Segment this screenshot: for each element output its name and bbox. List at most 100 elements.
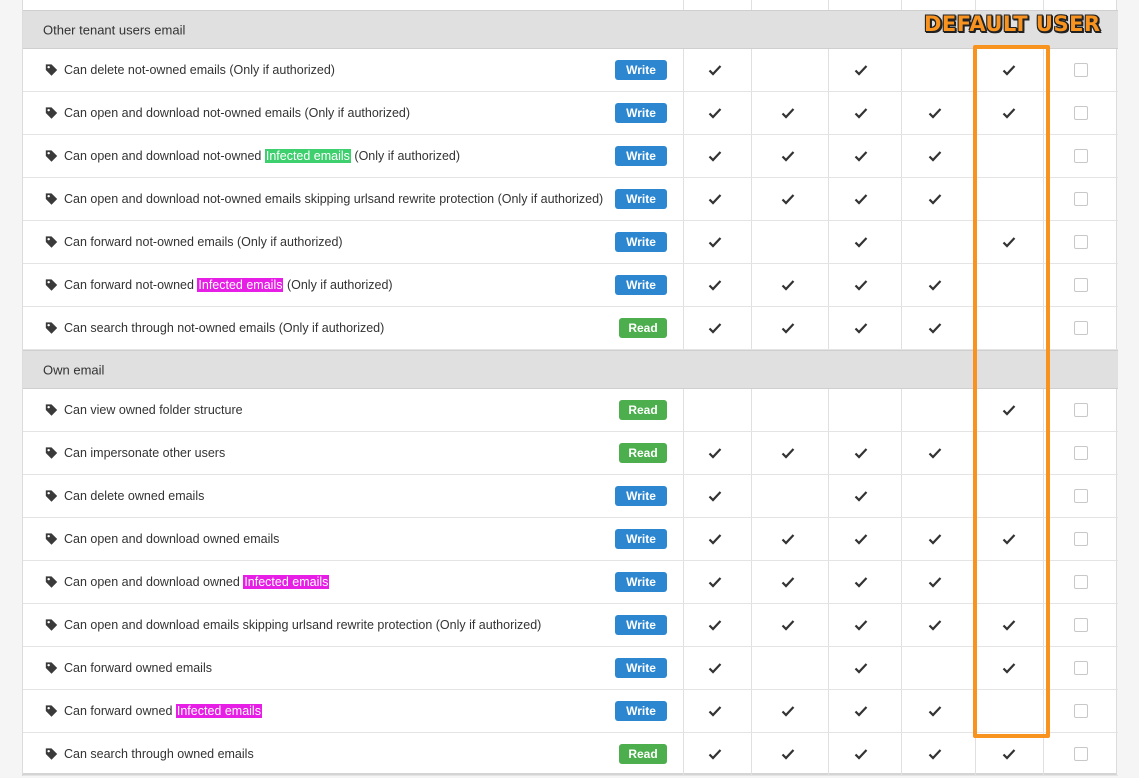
tag-icon (45, 705, 58, 717)
permission-label: Can view owned folder structure (64, 403, 243, 417)
check-icon (708, 237, 722, 248)
permission-checkbox[interactable] (1074, 532, 1088, 546)
permission-row: Can delete owned emails Write (23, 475, 1118, 518)
check-icon (781, 194, 795, 205)
tag-icon (45, 279, 58, 291)
permission-label: Can open and download owned emails (64, 532, 279, 546)
check-icon (781, 749, 795, 760)
permission-label-text: Can delete not-owned emails (Only if aut… (64, 63, 335, 77)
check-icon (928, 151, 942, 162)
permission-row: Can search through not-owned emails (Onl… (23, 307, 1118, 350)
permission-checkbox[interactable] (1074, 618, 1088, 632)
infected-emails-highlight: Infected emails (243, 575, 330, 589)
section-title: Other tenant users email (43, 22, 186, 37)
read-badge: Read (619, 744, 667, 764)
permission-checkbox[interactable] (1074, 278, 1088, 292)
infected-emails-highlight: Infected emails (197, 278, 284, 292)
permission-row: Can open and download not-owned emails s… (23, 178, 1118, 221)
check-icon (854, 323, 868, 334)
permission-label: Can search through not-owned emails (Onl… (64, 321, 384, 335)
check-icon (708, 620, 722, 631)
check-icon (708, 448, 722, 459)
permission-checkbox[interactable] (1074, 403, 1088, 417)
check-icon (928, 749, 942, 760)
check-icon (781, 151, 795, 162)
permission-row: Can open and download not-owned emails (… (23, 92, 1118, 135)
write-badge: Write (615, 701, 667, 721)
permission-row: Can forward not-owned emails (Only if au… (23, 221, 1118, 264)
check-icon (708, 323, 722, 334)
tag-icon (45, 748, 58, 760)
permission-row: Can search through owned emails Read (23, 733, 1118, 776)
permission-label: Can delete owned emails (64, 489, 204, 503)
tag-icon (45, 107, 58, 119)
default-user-highlight-box (973, 45, 1050, 738)
check-icon (708, 194, 722, 205)
check-icon (708, 280, 722, 291)
permission-checkbox[interactable] (1074, 321, 1088, 335)
permission-checkbox[interactable] (1074, 149, 1088, 163)
permission-label-text: Can view owned folder structure (64, 403, 243, 417)
tag-icon (45, 619, 58, 631)
check-icon (708, 151, 722, 162)
write-badge: Write (615, 529, 667, 549)
check-icon (854, 663, 868, 674)
permission-row: Can forward not-owned Infected emails (O… (23, 264, 1118, 307)
permission-row: Can forward owned emails Write (23, 647, 1118, 690)
permission-label-text: Can delete owned emails (64, 489, 205, 503)
permission-checkbox[interactable] (1074, 192, 1088, 206)
permission-label: Can open and download not-owned Infected… (64, 149, 460, 163)
check-icon (854, 706, 868, 717)
tag-icon (45, 576, 58, 588)
permission-label: Can delete not-owned emails (Only if aut… (64, 63, 335, 77)
permission-label-text: Can open and download not-owned (64, 149, 265, 163)
check-icon (781, 448, 795, 459)
permission-label-text: Can search through not-owned emails (Onl… (64, 321, 385, 335)
write-badge: Write (615, 189, 667, 209)
permission-label: Can open and download not-owned emails (… (64, 106, 410, 120)
permission-checkbox[interactable] (1074, 63, 1088, 77)
check-icon (781, 323, 795, 334)
permission-label-text: Can open and download not-owned emails (… (64, 106, 411, 120)
permission-checkbox[interactable] (1074, 235, 1088, 249)
check-icon (928, 706, 942, 717)
permission-checkbox[interactable] (1074, 575, 1088, 589)
read-badge: Read (619, 318, 667, 338)
permission-label-text: Can search through owned emails (64, 747, 254, 761)
check-icon (854, 749, 868, 760)
check-icon (928, 534, 942, 545)
write-badge: Write (615, 572, 667, 592)
tag-icon (45, 236, 58, 248)
permission-label-text: Can open and download emails skipping ur… (64, 618, 542, 632)
permission-label: Can open and download emails skipping ur… (64, 618, 541, 632)
write-badge: Write (615, 232, 667, 252)
permission-checkbox[interactable] (1074, 446, 1088, 460)
permission-checkbox[interactable] (1074, 747, 1088, 761)
permission-checkbox[interactable] (1074, 661, 1088, 675)
write-badge: Write (615, 275, 667, 295)
permission-label: Can forward owned emails (64, 661, 212, 675)
permission-row: Can open and download owned Infected ema… (23, 561, 1118, 604)
write-badge: Write (615, 146, 667, 166)
check-icon (928, 194, 942, 205)
check-icon (854, 448, 868, 459)
permission-label-text: Can forward not-owned emails (Only if au… (64, 235, 343, 249)
tag-icon (45, 322, 58, 334)
permission-label-text: (Only if authorized) (283, 278, 393, 292)
permission-checkbox[interactable] (1074, 106, 1088, 120)
permission-row: Can view owned folder structure Read (23, 389, 1118, 432)
permission-label: Can open and download owned Infected ema… (64, 575, 330, 589)
infected-emails-highlight: Infected emails (175, 704, 262, 718)
permission-label: Can impersonate other users (64, 446, 225, 460)
write-badge: Write (615, 486, 667, 506)
check-icon (854, 194, 868, 205)
check-icon (708, 65, 722, 76)
permission-checkbox[interactable] (1074, 704, 1088, 718)
check-icon (781, 108, 795, 119)
permission-row: Can open and download owned emails Write (23, 518, 1118, 561)
permission-label: Can open and download not-owned emails s… (64, 192, 603, 206)
permission-row: Can delete not-owned emails (Only if aut… (23, 49, 1118, 92)
check-icon (928, 577, 942, 588)
permission-checkbox[interactable] (1074, 489, 1088, 503)
tag-icon (45, 662, 58, 674)
